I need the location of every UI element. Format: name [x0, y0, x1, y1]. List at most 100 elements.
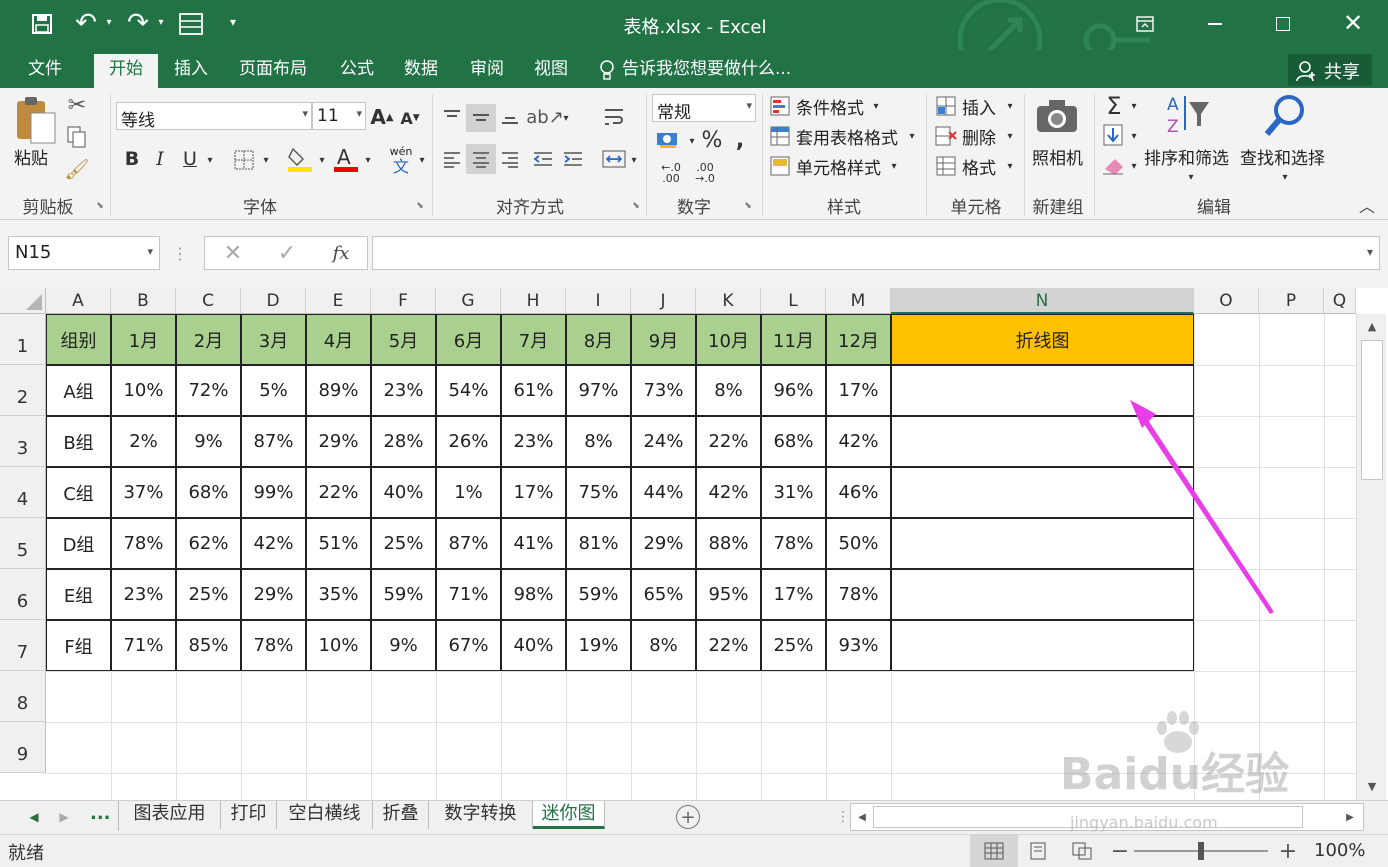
column-header-p[interactable]: P [1259, 288, 1324, 314]
header-cell[interactable]: 12月 [826, 314, 891, 365]
data-cell[interactable]: 23% [371, 365, 436, 416]
row-header-1[interactable]: 1 [0, 314, 46, 365]
data-cell[interactable]: 22% [696, 620, 761, 671]
insert-dropdown-icon[interactable]: ▾ [1004, 96, 1016, 116]
header-cell[interactable]: 2月 [176, 314, 241, 365]
next-sheet-icon[interactable]: ▶ [54, 807, 74, 827]
prev-sheet-icon[interactable]: ◀ [24, 807, 44, 827]
data-cell[interactable]: 59% [371, 569, 436, 620]
sheet-tab[interactable]: 图表应用 [119, 801, 221, 829]
header-cell[interactable]: 折线图 [891, 314, 1194, 365]
tell-me-search[interactable]: 告诉我您想要做什么... [622, 54, 802, 88]
italic-button[interactable]: I [150, 146, 170, 172]
data-cell[interactable]: 68% [761, 416, 826, 467]
column-header-n[interactable]: N [891, 288, 1194, 314]
data-cell[interactable]: 98% [501, 569, 566, 620]
autosum-icon[interactable]: Σ [1100, 92, 1128, 120]
column-header-d[interactable]: D [241, 288, 306, 314]
row-header-2[interactable]: 2 [0, 365, 46, 416]
font-name-select[interactable]: 等线 ▾ [116, 102, 312, 131]
header-cell[interactable]: 1月 [111, 314, 176, 365]
phonetic-dropdown-icon[interactable]: ▾ [416, 150, 428, 170]
data-cell[interactable]: 71% [436, 569, 501, 620]
data-cell[interactable]: E组 [46, 569, 111, 620]
ribbon-display-icon[interactable] [1128, 10, 1162, 38]
find-select-icon[interactable] [1260, 92, 1308, 138]
format-dropdown-icon[interactable]: ▾ [1004, 156, 1016, 176]
column-header-h[interactable]: H [501, 288, 566, 314]
data-cell[interactable]: C组 [46, 467, 111, 518]
conditional-format-icon[interactable] [768, 94, 792, 118]
data-cell[interactable]: 8% [566, 416, 631, 467]
format-cells-button[interactable]: 格式 [962, 154, 996, 179]
column-header-a[interactable]: A [46, 288, 111, 314]
data-cell[interactable]: 10% [111, 365, 176, 416]
insert-cells-button[interactable]: 插入 [962, 94, 996, 119]
data-cell[interactable]: 9% [176, 416, 241, 467]
data-cell[interactable]: 44% [631, 467, 696, 518]
data-cell[interactable]: 19% [566, 620, 631, 671]
splitter-icon[interactable]: ⋮ [836, 807, 850, 827]
data-cell[interactable]: 9% [371, 620, 436, 671]
data-cell[interactable]: B组 [46, 416, 111, 467]
tab-formulas[interactable]: 公式 [330, 54, 384, 88]
data-cell[interactable]: A组 [46, 365, 111, 416]
fill-color-icon[interactable] [286, 144, 314, 174]
increase-decimal-icon[interactable]: ←.0.00 [654, 158, 688, 188]
data-cell[interactable]: 29% [631, 518, 696, 569]
increase-font-icon[interactable]: A ▲ [370, 104, 394, 130]
align-left-icon[interactable] [440, 146, 464, 172]
scroll-right-icon[interactable]: ▶ [1341, 808, 1359, 826]
sheet-tab[interactable]: 折叠 [373, 801, 429, 829]
merge-dropdown-icon[interactable]: ▾ [628, 150, 640, 170]
close-icon[interactable]: ✕ [1336, 8, 1370, 38]
header-cell[interactable]: 9月 [631, 314, 696, 365]
share-button[interactable]: 共享 [1288, 54, 1372, 86]
data-cell[interactable]: 8% [631, 620, 696, 671]
tab-view[interactable]: 视图 [524, 54, 578, 88]
merge-center-icon[interactable] [600, 146, 628, 172]
column-header-q[interactable]: Q [1324, 288, 1356, 314]
data-cell[interactable]: 71% [111, 620, 176, 671]
data-cell[interactable]: 23% [501, 416, 566, 467]
data-cell[interactable]: 1% [436, 467, 501, 518]
data-cell[interactable]: 2% [111, 416, 176, 467]
sort-filter-button[interactable]: 排序和筛选 [1144, 144, 1229, 169]
maximize-icon[interactable] [1266, 10, 1300, 38]
row-header-3[interactable]: 3 [0, 416, 46, 467]
data-cell[interactable]: 25% [176, 569, 241, 620]
row-header-7[interactable]: 7 [0, 620, 46, 671]
format-painter-icon[interactable]: 🖌 [64, 156, 90, 182]
data-cell[interactable]: 22% [696, 416, 761, 467]
camera-icon[interactable] [1034, 96, 1080, 136]
column-header-i[interactable]: I [566, 288, 631, 314]
data-cell[interactable]: 25% [761, 620, 826, 671]
dialog-launcher-icon[interactable]: ⬊ [630, 200, 642, 212]
new-sheet-icon[interactable]: + [676, 805, 700, 829]
data-cell[interactable]: 40% [501, 620, 566, 671]
save-icon[interactable] [28, 10, 56, 38]
data-cell[interactable]: 42% [696, 467, 761, 518]
data-cell[interactable]: 17% [826, 365, 891, 416]
currency-icon[interactable] [654, 128, 684, 152]
data-cell[interactable]: 96% [761, 365, 826, 416]
currency-dropdown-icon[interactable]: ▾ [686, 132, 698, 150]
data-cell[interactable]: 75% [566, 467, 631, 518]
data-cell[interactable]: 81% [566, 518, 631, 569]
row-header-9[interactable]: 9 [0, 722, 46, 773]
data-cell[interactable]: 10% [306, 620, 371, 671]
data-cell[interactable]: 59% [566, 569, 631, 620]
data-cell[interactable]: 29% [306, 416, 371, 467]
align-middle-icon[interactable] [466, 104, 496, 132]
camera-button[interactable]: 照相机 [1032, 144, 1083, 169]
tab-page-layout[interactable]: 页面布局 [228, 54, 318, 88]
header-cell[interactable]: 6月 [436, 314, 501, 365]
data-cell[interactable]: 17% [501, 467, 566, 518]
normal-view-icon[interactable] [982, 841, 1006, 861]
align-bottom-icon[interactable] [498, 106, 522, 128]
underline-button[interactable]: U [178, 146, 202, 172]
cond-dropdown-icon[interactable]: ▾ [870, 96, 882, 116]
more-sheets-button[interactable]: ... [90, 803, 111, 824]
paste-label[interactable]: 粘贴 [14, 144, 48, 169]
column-header-k[interactable]: K [696, 288, 761, 314]
